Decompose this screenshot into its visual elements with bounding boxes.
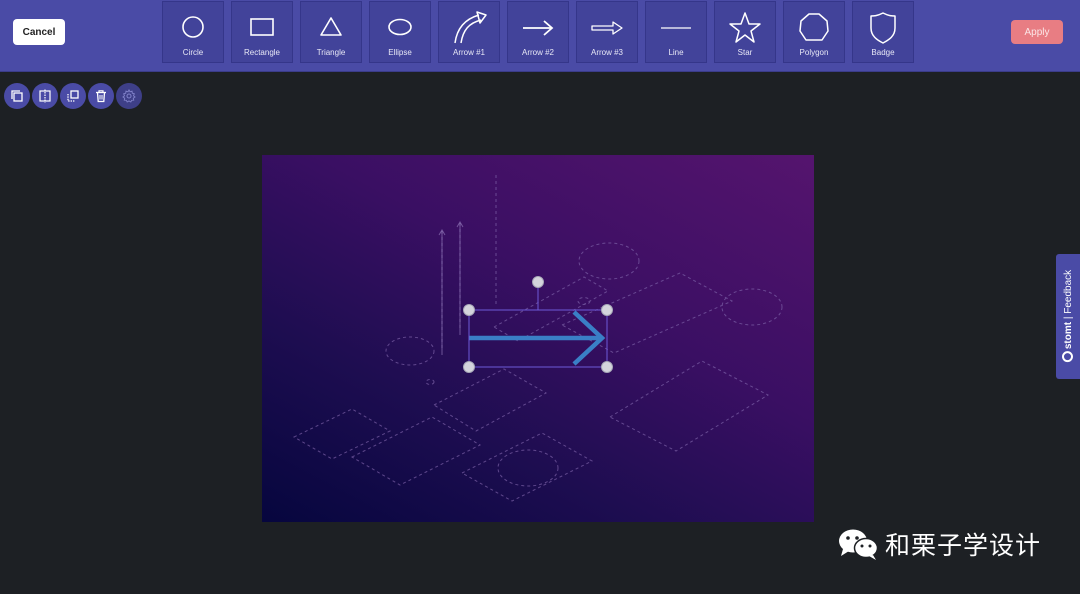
tool-line[interactable]: Line — [645, 1, 707, 63]
tool-star[interactable]: Star — [714, 1, 776, 63]
object-actions — [4, 83, 142, 109]
star-icon — [729, 12, 761, 43]
flip-icon — [39, 89, 51, 103]
tool-label: Arrow #2 — [521, 48, 554, 57]
resize-handle-top-right[interactable] — [601, 304, 613, 316]
duplicate-button[interactable] — [4, 83, 30, 109]
rotate-handle[interactable] — [532, 276, 544, 288]
polygon-icon — [799, 13, 829, 41]
trash-icon — [96, 90, 106, 103]
resize-handle-top-left[interactable] — [463, 304, 475, 316]
settings-button[interactable] — [116, 83, 142, 109]
selected-arrow-shape[interactable] — [469, 310, 606, 366]
watermark: 和栗子学设计 — [837, 526, 1041, 562]
bring-to-front-icon — [67, 90, 79, 102]
tool-label: Badge — [871, 48, 895, 57]
tool-polygon[interactable]: Polygon — [783, 1, 845, 63]
triangle-icon — [320, 17, 342, 36]
curved-arrow-icon — [454, 11, 487, 44]
line-icon — [661, 27, 691, 29]
duplicate-icon — [11, 90, 23, 102]
circle-icon — [182, 16, 204, 38]
delete-button[interactable] — [88, 83, 114, 109]
bring-to-front-button[interactable] — [60, 83, 86, 109]
tool-rectangle[interactable]: Rectangle — [231, 1, 293, 63]
tool-label: Circle — [182, 48, 204, 57]
tool-ellipse[interactable]: Ellipse — [369, 1, 431, 63]
wechat-icon — [839, 529, 879, 560]
tool-arrow-2[interactable]: Arrow #2 — [507, 1, 569, 63]
resize-handle-bottom-right[interactable] — [601, 361, 613, 373]
tool-label: Polygon — [799, 48, 829, 57]
feedback-tab[interactable]: stomt | Feedback — [1056, 254, 1080, 379]
tool-arrow-1[interactable]: Arrow #1 — [438, 1, 500, 63]
apply-button[interactable]: Apply — [1011, 20, 1063, 44]
badge-icon — [870, 12, 896, 44]
tool-label: Line — [668, 48, 684, 57]
tool-arrow-3[interactable]: Arrow #3 — [576, 1, 638, 63]
cancel-button[interactable]: Cancel — [13, 19, 65, 45]
stomt-logo-icon — [1062, 351, 1073, 363]
ellipse-icon — [388, 18, 412, 36]
watermark-text: 和栗子学设计 — [885, 531, 1042, 560]
flip-button[interactable] — [32, 83, 58, 109]
tool-label: Star — [737, 48, 753, 57]
shape-tools: Circle Rectangle Triangle Ellipse Arrow … — [162, 1, 914, 63]
rectangle-icon — [250, 18, 274, 36]
settings-icon — [122, 89, 136, 103]
feedback-label: stomt | Feedback — [1062, 270, 1074, 363]
hollow-arrow-icon — [591, 21, 623, 35]
tool-label: Arrow #3 — [590, 48, 623, 57]
tool-label: Ellipse — [388, 48, 412, 57]
tool-label: Arrow #1 — [452, 48, 485, 57]
arrow-icon — [523, 20, 554, 36]
isometric-background-art — [292, 175, 783, 502]
resize-handle-bottom-left[interactable] — [463, 361, 475, 373]
top-toolbar: Cancel Circle Rectangle Triangle Ellipse… — [0, 0, 1080, 72]
tool-label: Rectangle — [243, 48, 281, 57]
image-canvas[interactable] — [262, 155, 814, 522]
tool-circle[interactable]: Circle — [162, 1, 224, 63]
tool-badge[interactable]: Badge — [852, 1, 914, 63]
tool-triangle[interactable]: Triangle — [300, 1, 362, 63]
tool-label: Triangle — [316, 48, 346, 57]
